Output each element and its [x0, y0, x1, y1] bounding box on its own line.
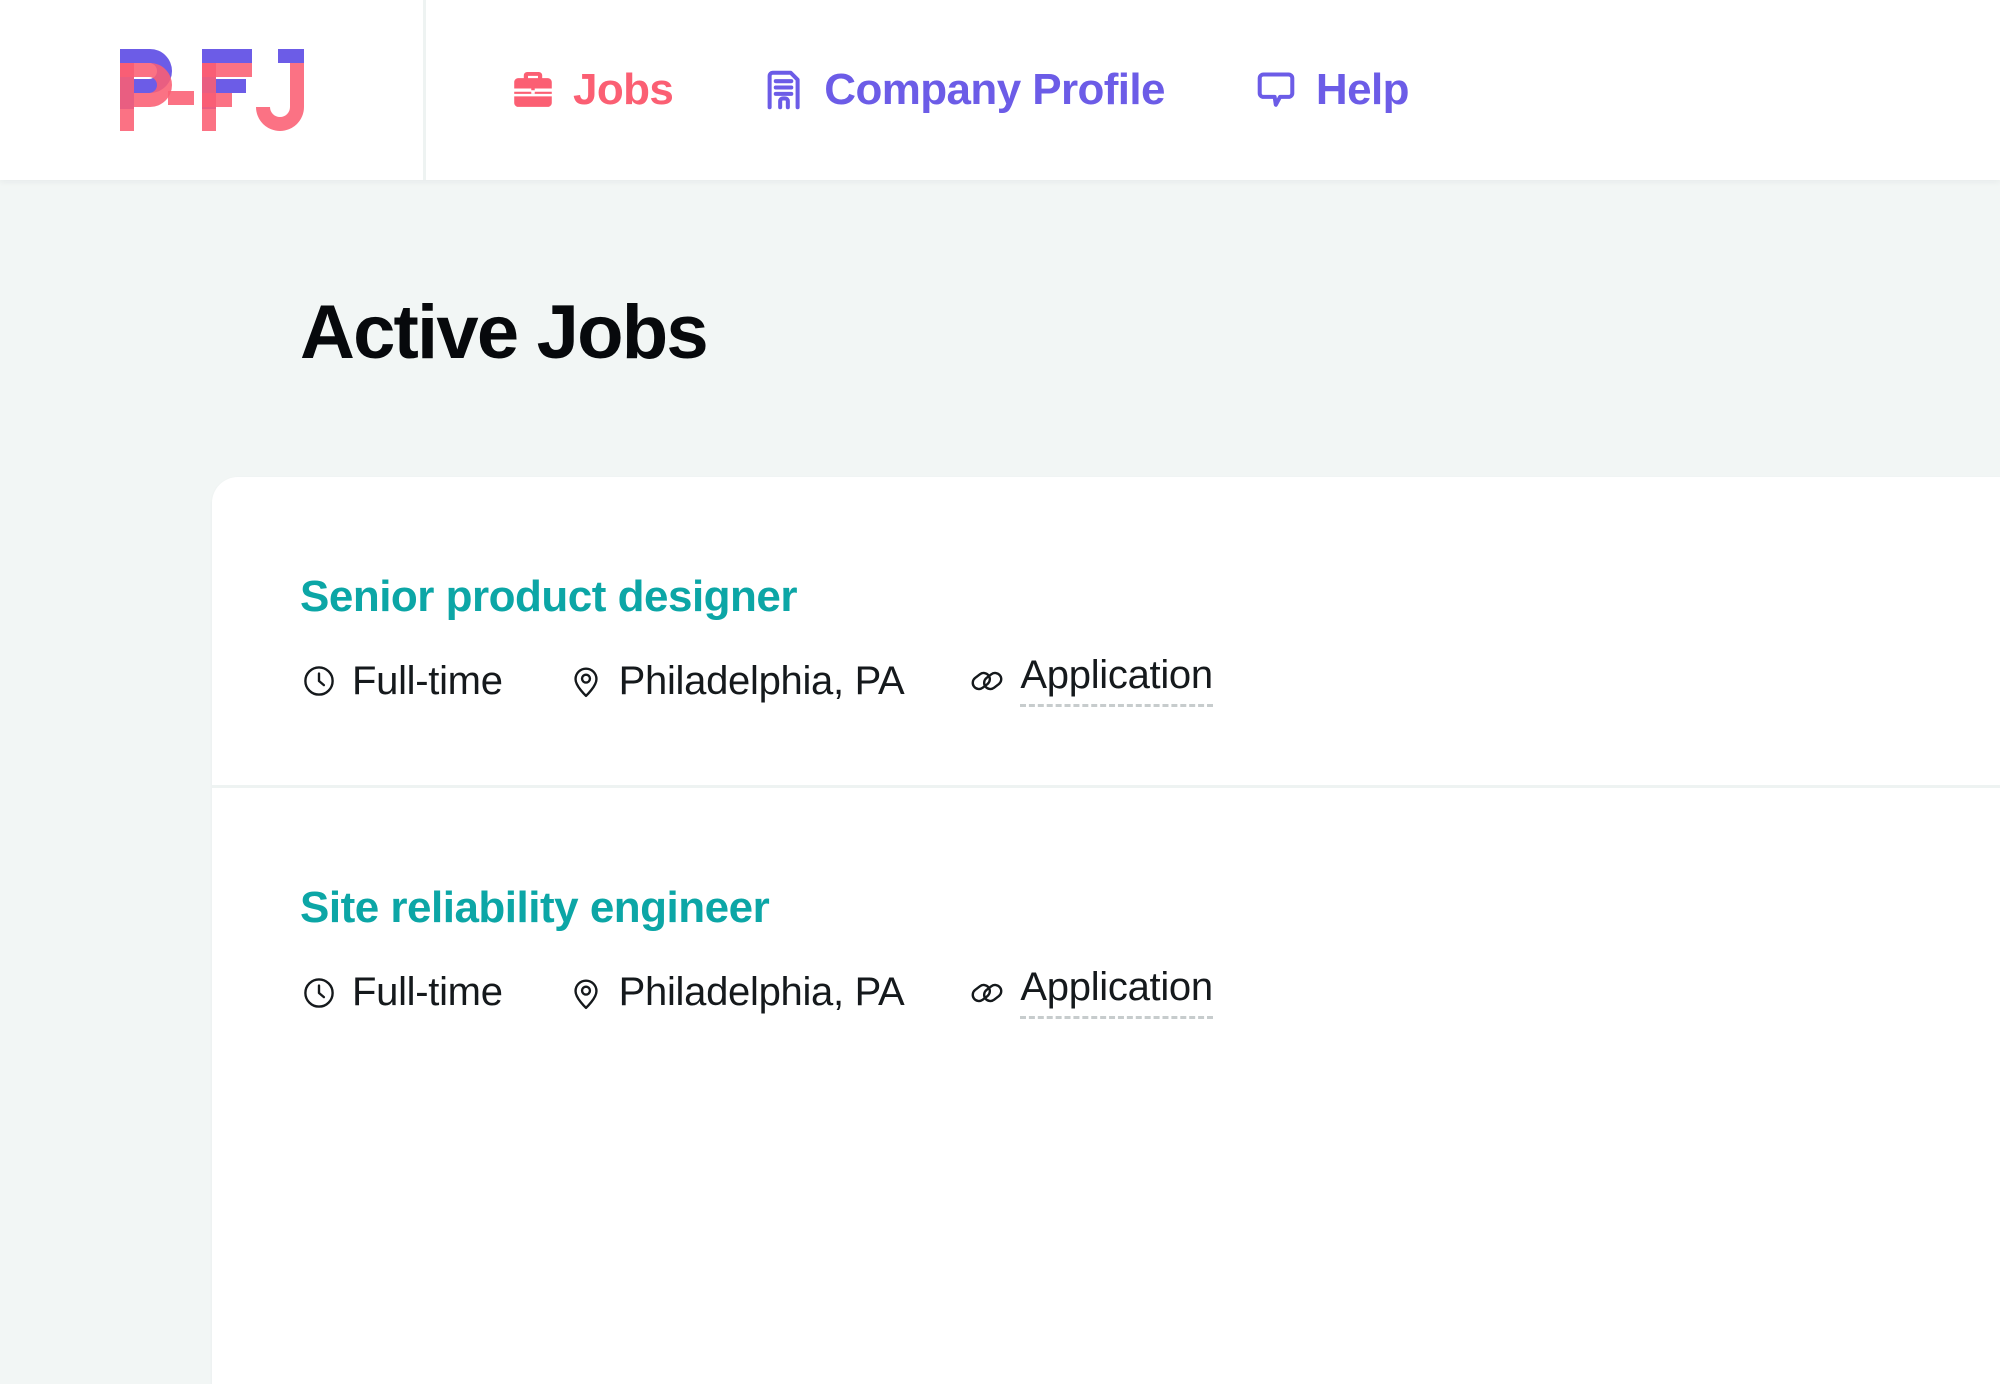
logo-zone	[0, 0, 426, 180]
job-employment-type-label: Full-time	[352, 970, 503, 1015]
nav-item-help[interactable]: Help	[1253, 65, 1409, 115]
job-application-link[interactable]: Application	[1020, 967, 1213, 1019]
job-title-link[interactable]: Site reliability engineer	[300, 883, 770, 932]
nav-item-jobs[interactable]: Jobs	[510, 65, 674, 115]
job-employment-type: Full-time	[300, 970, 503, 1015]
map-pin-icon	[567, 974, 605, 1012]
main-nav: Jobs Company Profile Help	[426, 0, 2000, 180]
job-location: Philadelphia, PA	[567, 970, 905, 1015]
job-title-link[interactable]: Senior product designer	[300, 572, 798, 621]
job-list-item[interactable]: Site reliability engineer Full-time Phil…	[212, 785, 2000, 1096]
nav-label-jobs: Jobs	[573, 65, 674, 114]
job-application-link-group[interactable]: Application	[968, 967, 1213, 1019]
map-pin-icon	[567, 662, 605, 700]
nav-item-company-profile[interactable]: Company Profile	[761, 65, 1166, 115]
nav-label-company-profile: Company Profile	[824, 65, 1165, 114]
job-meta-row: Full-time Philadelphia, PA Application	[300, 655, 1984, 708]
job-location-label: Philadelphia, PA	[618, 970, 905, 1015]
job-application-link[interactable]: Application	[1020, 655, 1213, 708]
clock-icon	[300, 974, 338, 1012]
job-list-item[interactable]: Senior product designer Full-time Philad…	[212, 477, 2000, 785]
job-employment-type: Full-time	[300, 659, 503, 704]
job-meta-row: Full-time Philadelphia, PA Application	[300, 967, 1984, 1019]
link-icon	[968, 974, 1006, 1012]
link-icon	[968, 662, 1006, 700]
clock-icon	[300, 662, 338, 700]
job-location-label: Philadelphia, PA	[618, 658, 905, 703]
brand-logo[interactable]	[112, 43, 312, 137]
chat-bubble-icon	[1253, 67, 1299, 113]
active-jobs-card: Senior product designer Full-time Philad…	[212, 477, 2000, 1384]
job-employment-type-label: Full-time	[352, 658, 503, 703]
nav-label-help: Help	[1315, 65, 1410, 114]
page-title: Active Jobs	[300, 290, 709, 375]
top-navigation-bar: Jobs Company Profile Help	[0, 0, 2000, 180]
briefcase-icon	[510, 67, 556, 113]
main-content: Active Jobs Senior product designer Full…	[0, 180, 2000, 1384]
job-location: Philadelphia, PA	[567, 659, 905, 704]
building-icon	[761, 67, 807, 113]
job-application-link-group[interactable]: Application	[968, 655, 1213, 708]
